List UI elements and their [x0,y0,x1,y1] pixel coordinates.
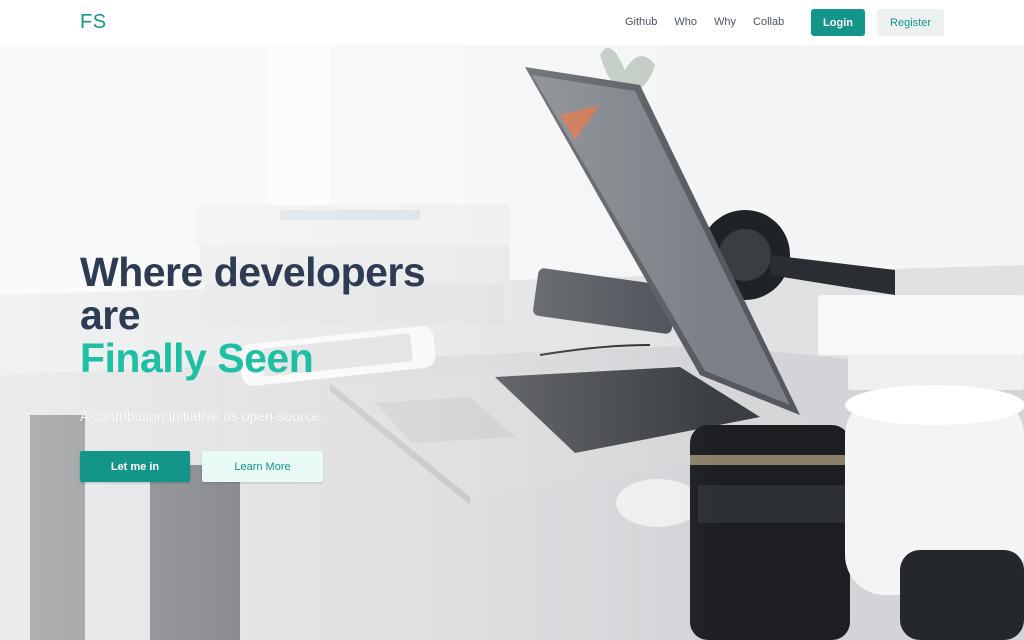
nav-link-who[interactable]: Who [674,16,697,28]
headline-line-2: are [80,292,141,338]
headline-accent: Finally Seen [80,335,314,381]
nav-link-why[interactable]: Why [714,16,736,28]
nav-link-collab[interactable]: Collab [753,16,784,28]
register-button[interactable]: Register [877,9,944,36]
learn-more-button[interactable]: Learn More [202,451,323,482]
let-me-in-button[interactable]: Let me in [80,451,190,482]
nav-links: Github Who Why Collab [625,16,801,28]
hero-section: Where developers are Finally Seen A cont… [0,45,1024,640]
nav-link-github[interactable]: Github [625,16,657,28]
logo[interactable]: FS [80,11,107,34]
headline-line-1: Where developers [80,249,426,295]
top-navbar: FS Github Who Why Collab Login Register [0,0,1024,45]
hero-subtitle: A contribution initiative as open-source… [80,408,324,424]
login-button[interactable]: Login [811,9,865,36]
hero-headline: Where developers are Finally Seen [80,249,426,381]
